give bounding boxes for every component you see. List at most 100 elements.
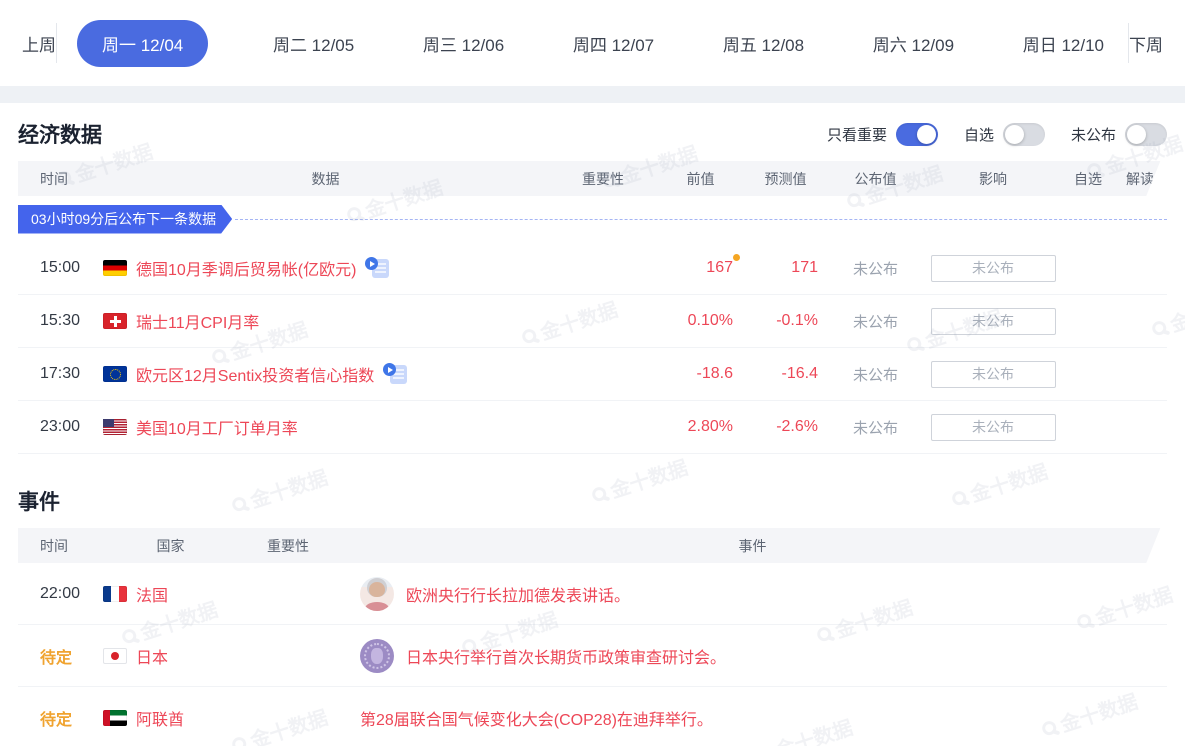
forecast-value: -0.1%	[743, 312, 828, 330]
next-week-button[interactable]: 下周	[1129, 31, 1163, 56]
col-watchlist: 自选	[1063, 169, 1113, 189]
revision-dot	[733, 254, 740, 261]
col-event: 事件	[338, 536, 1167, 556]
country-flag-icon	[103, 648, 127, 664]
filter-toggles: 只看重要 自选 未公布	[827, 123, 1167, 146]
impact-unpublished-button[interactable]: 未公布	[931, 361, 1056, 388]
countdown-row: 03小时09分后公布下一条数据	[18, 196, 1167, 242]
impact-cell: 未公布	[923, 255, 1063, 282]
economic-data-row: 17:30 欧元区12月Sentix投资者信心指数 -18.6 -16.4 未公…	[18, 348, 1167, 401]
col-time: 时间	[18, 536, 103, 556]
event-row: 待定 日本 日本央行举行首次长期货币政策审查研讨会。	[18, 625, 1167, 687]
col-data: 数据	[103, 169, 548, 189]
impact-cell: 未公布	[923, 414, 1063, 441]
speaker-avatar	[360, 577, 394, 611]
data-time: 15:30	[18, 312, 103, 330]
day-tab[interactable]: 周三 12/06	[419, 20, 508, 67]
day-tab[interactable]: 周日 12/10	[1019, 20, 1108, 67]
day-tab[interactable]: 周四 12/07	[569, 20, 658, 67]
day-tab[interactable]: 周一 12/04	[77, 20, 208, 67]
previous-value: 0.10%	[658, 312, 743, 330]
toggle-knob	[1127, 125, 1146, 144]
impact-cell: 未公布	[923, 308, 1063, 335]
published-value: 未公布	[828, 417, 923, 438]
week-tab-bar: 上周 周一 12/04 周二 12/05 周三 12/06 周四 12/07 周五 12…	[0, 0, 1185, 86]
indicator-link[interactable]: 瑞士11月CPI月率	[136, 309, 259, 333]
data-time: 17:30	[18, 365, 103, 383]
impact-unpublished-button[interactable]: 未公布	[931, 255, 1056, 282]
events-title: 事件	[18, 486, 60, 516]
data-cell: 欧元区12月Sentix投资者信心指数	[103, 362, 548, 386]
col-interpret: 解读	[1113, 169, 1167, 189]
economic-section-header: 经济数据 只看重要 自选 未公布	[18, 119, 1167, 149]
col-forecast: 预测值	[743, 169, 828, 189]
event-cell: 日本央行举行首次长期货币政策审查研讨会。	[338, 639, 1167, 673]
previous-value: -18.6	[658, 365, 743, 383]
impact-cell: 未公布	[923, 361, 1063, 388]
forecast-value: -2.6%	[743, 418, 828, 436]
economic-data-row: 23:00 美国10月工厂订单月率 2.80% -2.6% 未公布 未公布	[18, 401, 1167, 454]
indicator-link[interactable]: 美国10月工厂订单月率	[136, 415, 298, 439]
filter-watchlist-label: 自选	[964, 124, 994, 145]
economic-table-header: 时间 数据 重要性 前值 预测值 公布值 影响 自选 解读	[18, 161, 1167, 196]
col-time: 时间	[18, 169, 103, 189]
speaker-avatar	[360, 639, 394, 673]
event-time: 22:00	[18, 585, 103, 603]
prev-week-button[interactable]: 上周	[22, 31, 56, 56]
indicator-link[interactable]: 欧元区12月Sentix投资者信心指数	[136, 362, 374, 386]
country-flag-icon	[103, 710, 127, 726]
event-link[interactable]: 第28届联合国气候变化大会(COP28)在迪拜举行。	[360, 706, 713, 730]
event-cell: 第28届联合国气候变化大会(COP28)在迪拜举行。	[338, 706, 1167, 730]
day-tab[interactable]: 周六 12/09	[869, 20, 958, 67]
country-flag-icon	[103, 586, 127, 602]
unpublished-toggle[interactable]	[1125, 123, 1167, 146]
col-importance: 重要性	[548, 169, 658, 189]
event-country: 日本	[103, 644, 238, 668]
impact-unpublished-button[interactable]: 未公布	[931, 414, 1056, 441]
country-name: 法国	[136, 582, 168, 606]
countdown-dotted-line	[235, 219, 1167, 220]
country-flag-icon	[103, 313, 127, 329]
col-country: 国家	[103, 536, 238, 556]
filter-unpublished: 未公布	[1071, 123, 1167, 146]
previous-value: 167	[658, 259, 743, 277]
day-tab[interactable]: 周五 12/08	[719, 20, 808, 67]
previous-value: 2.80%	[658, 418, 743, 436]
forecast-value: -16.4	[743, 365, 828, 383]
day-tabs: 周一 12/04 周二 12/05 周三 12/06 周四 12/07 周五 12/08…	[57, 20, 1128, 67]
event-country: 阿联酋	[103, 706, 238, 730]
country-flag-icon	[103, 419, 127, 435]
watchlist-toggle[interactable]	[1003, 123, 1045, 146]
economic-data-row: 15:30 瑞士11月CPI月率 0.10% -0.1% 未公布 未公布	[18, 295, 1167, 348]
country-name: 阿联酋	[136, 706, 184, 730]
economic-rows: 15:00 德国10月季调后贸易帐(亿欧元) 167 171 未公布 未公布	[18, 242, 1167, 454]
event-link[interactable]: 日本央行举行首次长期货币政策审查研讨会。	[406, 644, 726, 668]
col-impact: 影响	[923, 169, 1063, 189]
published-value: 未公布	[828, 258, 923, 279]
toggle-knob	[1005, 125, 1024, 144]
video-interpretation-icon[interactable]	[383, 363, 407, 385]
important-toggle[interactable]	[896, 123, 938, 146]
data-time: 23:00	[18, 418, 103, 436]
day-tab[interactable]: 周二 12/05	[269, 20, 358, 67]
video-interpretation-icon[interactable]	[365, 257, 389, 279]
forecast-value: 171	[743, 259, 828, 277]
event-time: 待定	[18, 706, 103, 730]
event-time: 待定	[18, 644, 103, 668]
event-link[interactable]: 欧洲央行行长拉加德发表讲话。	[406, 582, 630, 606]
economic-data-title: 经济数据	[18, 119, 102, 149]
events-table-header: 时间 国家 重要性 事件	[18, 528, 1167, 563]
filter-watchlist: 自选	[964, 123, 1045, 146]
event-cell: 欧洲央行行长拉加德发表讲话。	[338, 577, 1167, 611]
filter-unpublished-label: 未公布	[1071, 124, 1116, 145]
indicator-link[interactable]: 德国10月季调后贸易帐(亿欧元)	[136, 256, 356, 280]
section-separator	[0, 86, 1185, 103]
event-rows: 22:00 法国 欧洲央行行长拉加德发表讲话。 待定 日本	[18, 563, 1167, 746]
filter-important-label: 只看重要	[827, 124, 887, 145]
toggle-knob	[917, 125, 936, 144]
economic-data-row: 15:00 德国10月季调后贸易帐(亿欧元) 167 171 未公布 未公布	[18, 242, 1167, 295]
impact-unpublished-button[interactable]: 未公布	[931, 308, 1056, 335]
published-value: 未公布	[828, 364, 923, 385]
filter-important: 只看重要	[827, 123, 938, 146]
country-name: 日本	[136, 644, 168, 668]
